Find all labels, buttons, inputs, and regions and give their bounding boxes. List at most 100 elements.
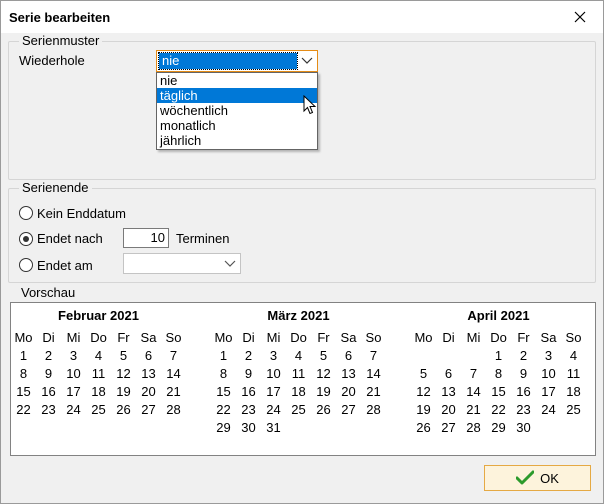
calendar-day: 2 (244, 348, 253, 363)
calendar-grid: Mo Di Mi Do Fr Sa So 1 2 3 4 5 6 7 8 9 10 11 12 13 14 15 16 17 1… (11, 329, 186, 419)
calendar-day: 9 (244, 366, 253, 381)
calendar-day: 3 (544, 348, 553, 363)
end-legend: Serienende (19, 180, 92, 195)
calendar-day: 21 (466, 402, 481, 417)
calendar-day: 25 (291, 402, 306, 417)
repeat-dropdown-list: nie täglich wöchentlich monatlich jährli… (156, 72, 318, 150)
calendar-day: 5 (319, 348, 328, 363)
calendar-day: 31 (266, 420, 281, 435)
calendar-blank (461, 347, 486, 365)
calendar-day: 23 (41, 402, 56, 417)
calendar-day: 22 (16, 402, 31, 417)
calendar-day: 29 (491, 420, 506, 435)
weekday-header: Mo (14, 330, 33, 345)
radio-ends-on[interactable] (19, 258, 33, 272)
calendar-day: 7 (169, 348, 178, 363)
weekday-header: Do (490, 330, 507, 345)
radio-no-end[interactable] (19, 206, 33, 220)
ok-button[interactable]: OK (484, 465, 591, 491)
calendar-day: 26 (416, 420, 431, 435)
calendar-day: 21 (166, 384, 181, 399)
calendar-day: 11 (291, 366, 306, 381)
calendar-day: 25 (91, 402, 106, 417)
option-monatlich[interactable]: monatlich (157, 118, 317, 133)
calendar-day: 1 (19, 348, 28, 363)
calendar-day: 16 (41, 384, 56, 399)
weekday-header: Do (290, 330, 307, 345)
option-nie[interactable]: nie (157, 73, 317, 88)
weekday-header: Sa (140, 330, 157, 345)
calendar-day: 6 (344, 348, 353, 363)
option-jaehrlich[interactable]: jährlich (157, 133, 317, 148)
weekday-header: Di (42, 330, 55, 345)
calendar-day: 1 (494, 348, 503, 363)
chevron-down-icon (301, 57, 313, 64)
calendar-day: 18 (91, 384, 106, 399)
weekday-header: Mi (266, 330, 281, 345)
calendar-day: 26 (316, 402, 331, 417)
option-taeglich[interactable]: täglich (157, 88, 317, 103)
calendar-day: 7 (469, 366, 478, 381)
weekday-header: Mi (66, 330, 81, 345)
calendar-day: 27 (341, 402, 356, 417)
calendar-day: 20 (141, 384, 156, 399)
preview-legend: Vorschau (18, 285, 79, 300)
calendar-grid: Mo Di Mi Do Fr Sa So 1 2 3 4 5 6 7 8 9 10 11 12 13 14 15 16 17 1… (411, 329, 586, 437)
occurrences-input[interactable]: 10 (123, 228, 169, 248)
calendar-day: 18 (566, 384, 581, 399)
calendar-day: 17 (541, 384, 556, 399)
ok-label: OK (540, 470, 559, 486)
calendar-day: 12 (316, 366, 331, 381)
weekday-header: So (365, 330, 382, 345)
calendar-day: 4 (94, 348, 103, 363)
weekday-header: Mo (214, 330, 233, 345)
calendar-day: 15 (491, 384, 506, 399)
calendar-day: 18 (291, 384, 306, 399)
calendar-preview: Februar 2021 Mo Di Mi Do Fr Sa So 1 2 3 4 5 6 7 8 9 10 11… (10, 302, 596, 456)
window-title: Serie bearbeiten (9, 10, 111, 25)
calendar-day: 12 (116, 366, 131, 381)
calendar-day: 8 (219, 366, 228, 381)
ends-on-label: Endet am (37, 258, 93, 273)
calendar-day: 3 (69, 348, 78, 363)
calendar-day: 14 (166, 366, 181, 381)
close-icon (574, 11, 586, 23)
calendar-day: 13 (441, 384, 456, 399)
calendar-day: 24 (66, 402, 81, 417)
calendar-day: 10 (541, 366, 556, 381)
check-icon (516, 470, 535, 485)
calendar-day: 27 (441, 420, 456, 435)
calendar-day: 22 (216, 402, 231, 417)
calendar-day: 2 (44, 348, 53, 363)
calendar-day: 22 (491, 402, 506, 417)
end-date-picker[interactable] (123, 253, 241, 274)
calendar-day: 15 (216, 384, 231, 399)
calendar-day: 5 (119, 348, 128, 363)
calendar-day: 17 (66, 384, 81, 399)
pattern-legend: Serienmuster (19, 33, 103, 48)
calendar-day: 28 (166, 402, 181, 417)
calendar-day: 30 (241, 420, 256, 435)
calendar-day: 2 (519, 348, 528, 363)
no-end-label: Kein Enddatum (37, 206, 126, 221)
radio-ends-after[interactable] (19, 232, 33, 246)
calendar-day: 11 (91, 366, 106, 381)
calendar-day: 5 (419, 366, 428, 381)
calendar-day: 23 (241, 402, 256, 417)
weekday-header: Mi (466, 330, 481, 345)
calendar-grid: Mo Di Mi Do Fr Sa So 1 2 3 4 5 6 7 8 9 10 11 12 13 14 15 16 17 1… (211, 329, 386, 437)
calendar-day: 10 (66, 366, 81, 381)
weekday-header: So (165, 330, 182, 345)
calendar-day: 26 (116, 402, 131, 417)
calendar-day: 14 (466, 384, 481, 399)
calendar-day: 15 (16, 384, 31, 399)
weekday-header: So (565, 330, 582, 345)
repeat-select[interactable]: nie (156, 50, 318, 72)
calendar-day: 24 (266, 402, 281, 417)
option-woechentlich[interactable]: wöchentlich (157, 103, 317, 118)
weekday-header: Di (442, 330, 455, 345)
calendar-day: 9 (519, 366, 528, 381)
calendar-day: 24 (541, 402, 556, 417)
calendar-day: 13 (341, 366, 356, 381)
close-button[interactable] (557, 1, 603, 33)
